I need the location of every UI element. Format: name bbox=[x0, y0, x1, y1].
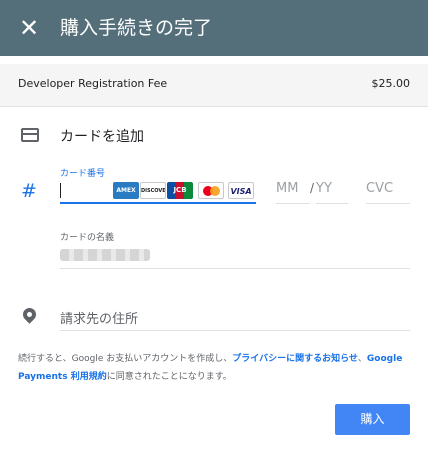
buy-button[interactable]: 購入 bbox=[335, 404, 410, 435]
redacted-name bbox=[60, 249, 150, 261]
terms-suffix: に同意されたことになります。 bbox=[106, 372, 232, 382]
mastercard-logo-icon bbox=[198, 182, 224, 199]
cardholder-name-input[interactable] bbox=[60, 246, 410, 269]
close-icon[interactable]: ✕ bbox=[16, 15, 42, 41]
expiry-year-input[interactable]: YY bbox=[316, 181, 348, 204]
cardholder-name-label: カードの名義 bbox=[60, 233, 115, 243]
fee-label: Developer Registration Fee bbox=[18, 77, 168, 90]
expiry-separator: / bbox=[310, 181, 315, 195]
credit-card-icon bbox=[21, 128, 39, 142]
dialog-title: 購入手続きの完了 bbox=[60, 17, 213, 39]
privacy-notice-link[interactable]: プライバシーに関するお知らせ bbox=[232, 354, 358, 364]
add-card-heading: カードを追加 bbox=[60, 129, 144, 145]
expiry-month-input[interactable]: MM bbox=[276, 181, 310, 204]
terms-text: 続行すると、Google お支払いアカウントを作成し、プライバシーに関するお知ら… bbox=[18, 350, 410, 386]
terms-prefix: 続行すると、Google お支払いアカウントを作成し、 bbox=[18, 354, 233, 364]
fee-amount: $25.00 bbox=[371, 77, 411, 90]
jcb-logo-icon: JCB bbox=[167, 182, 193, 199]
discover-logo-icon: DISCOVER bbox=[140, 182, 166, 199]
visa-logo-icon: VISA bbox=[228, 182, 254, 199]
purchase-dialog: ✕ 購入手続きの完了 Developer Registration Fee $2… bbox=[0, 0, 428, 456]
terms-separator: 、 bbox=[357, 354, 367, 364]
amex-logo-icon: AMEX bbox=[113, 182, 139, 199]
hash-icon: # bbox=[21, 180, 37, 202]
billing-address-input[interactable]: 請求先の住所 bbox=[60, 308, 410, 331]
text-caret bbox=[60, 183, 61, 198]
cvc-input[interactable]: CVC bbox=[366, 181, 410, 204]
fee-row: Developer Registration Fee $25.00 bbox=[0, 64, 428, 107]
dialog-header: ✕ 購入手続きの完了 bbox=[0, 0, 428, 56]
location-pin-icon bbox=[20, 305, 39, 324]
